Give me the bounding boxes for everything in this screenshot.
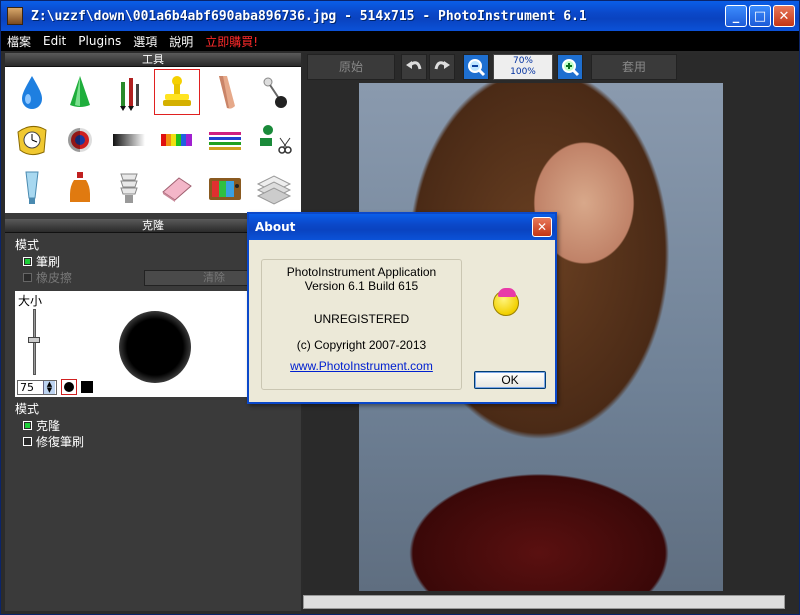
lamp-icon <box>120 173 138 203</box>
about-dialog: About ✕ PhotoInstrument Application Vers… <box>247 212 557 404</box>
redo-icon <box>434 61 450 70</box>
zoom-out-icon <box>468 59 486 77</box>
tool-target[interactable] <box>57 117 103 163</box>
ok-button[interactable]: OK <box>474 371 546 389</box>
size-slider-thumb[interactable] <box>28 337 40 343</box>
zoom-out-button[interactable] <box>463 54 489 80</box>
smiley-icon <box>493 288 519 316</box>
about-close-button[interactable]: ✕ <box>532 217 552 237</box>
round-shape-icon <box>64 382 74 392</box>
window-title: Z:\uzzf\down\001a6b4abf690aba896736.jpg … <box>31 8 587 24</box>
repair-brush-option[interactable]: 修復筆刷 <box>23 433 301 449</box>
maximize-button[interactable]: □ <box>749 5 771 27</box>
repair-brush-checkbox[interactable] <box>23 436 32 446</box>
color-lines-icon <box>209 132 242 150</box>
clone-option[interactable]: 克隆 <box>23 417 301 433</box>
tool-color-lines[interactable] <box>202 117 248 163</box>
pin-icon <box>263 77 287 108</box>
original-button[interactable]: 原始 <box>307 54 395 80</box>
about-info-box: PhotoInstrument Application Version 6.1 … <box>261 259 462 390</box>
tool-finger[interactable] <box>202 69 248 115</box>
brushes-icon <box>119 78 139 111</box>
tool-eraser[interactable] <box>154 165 200 211</box>
tool-bottle[interactable] <box>57 165 103 211</box>
size-label: 大小 <box>18 294 43 308</box>
cone-icon <box>70 76 91 107</box>
tool-brushes[interactable] <box>106 69 152 115</box>
tool-water-drop[interactable] <box>9 69 55 115</box>
scissors-icon <box>259 125 292 154</box>
minimize-button[interactable]: _ <box>725 5 747 27</box>
title-bar: Z:\uzzf\down\001a6b4abf690aba896736.jpg … <box>1 1 799 31</box>
gradient-icon <box>112 134 145 146</box>
menu-plugins[interactable]: Plugins <box>72 34 127 48</box>
about-website-link[interactable]: www.PhotoInstrument.com <box>262 359 461 373</box>
undo-icon <box>406 61 422 70</box>
about-copyright: (c) Copyright 2007-2013 <box>296 338 427 352</box>
tools-panel-title: 工具 <box>5 53 301 67</box>
image-toolbar: 原始 70% 100% 套用 <box>303 53 799 81</box>
horizontal-scrollbar[interactable] <box>303 595 785 609</box>
menu-file[interactable]: 檔案 <box>1 33 37 50</box>
clone-checkbox[interactable] <box>23 420 32 430</box>
brush-option-label: 筆刷 <box>36 254 61 269</box>
repair-brush-label: 修復筆刷 <box>36 434 85 449</box>
brush-preview <box>119 311 191 383</box>
water-drop-icon <box>22 76 43 109</box>
app-window: Z:\uzzf\down\001a6b4abf690aba896736.jpg … <box>0 0 800 615</box>
vertical-scrollbar[interactable] <box>785 83 799 609</box>
target-icon <box>68 128 93 152</box>
tool-tv[interactable] <box>202 165 248 211</box>
tool-rainbow[interactable] <box>154 117 200 163</box>
round-brush-button[interactable] <box>61 379 77 395</box>
clone-option-label: 克隆 <box>36 418 61 433</box>
tool-cone[interactable] <box>57 69 103 115</box>
zoom-top-label: 70% <box>512 56 533 66</box>
tool-clone-stamp[interactable] <box>153 69 201 115</box>
tool-lamp[interactable] <box>106 165 152 211</box>
close-button[interactable]: ✕ <box>773 5 795 27</box>
square-brush-button[interactable] <box>81 381 93 393</box>
apply-button[interactable]: 套用 <box>591 54 677 80</box>
redo-button[interactable] <box>429 54 455 80</box>
brush-checkbox[interactable] <box>23 256 32 266</box>
bottle-icon <box>70 172 91 202</box>
about-title: About <box>249 214 555 240</box>
about-app-name: PhotoInstrument Application <box>286 265 437 279</box>
menu-buy-now[interactable]: 立即購買! <box>199 33 264 50</box>
zoom-toggle-button[interactable]: 70% 100% <box>493 54 553 80</box>
tube-icon <box>25 171 39 204</box>
tool-clock[interactable] <box>9 117 55 163</box>
menu-edit[interactable]: Edit <box>37 34 72 48</box>
clock-icon <box>17 126 47 156</box>
about-version: Version 6.1 Build 615 <box>304 279 419 293</box>
eraser-checkbox[interactable] <box>23 272 32 282</box>
tv-icon <box>209 178 242 200</box>
tools-grid <box>5 67 301 213</box>
about-status: UNREGISTERED <box>313 312 410 326</box>
tool-text[interactable] <box>251 165 297 211</box>
clone-stamp-icon <box>163 76 192 106</box>
zoom-bottom-label: 100% <box>510 67 536 77</box>
tool-pin[interactable] <box>251 69 297 115</box>
text-icon <box>256 175 291 205</box>
menu-bar: 檔案 Edit Plugins 選項 說明 立即購買! <box>1 31 799 51</box>
menu-help[interactable]: 說明 <box>163 33 199 50</box>
finger-icon <box>219 76 236 109</box>
menu-options[interactable]: 選項 <box>127 33 163 50</box>
rainbow-icon <box>161 134 193 146</box>
window-controls: _ □ ✕ <box>725 5 795 27</box>
tool-tube[interactable] <box>9 165 55 211</box>
tool-gradient[interactable] <box>106 117 152 163</box>
zoom-in-icon <box>562 59 580 77</box>
tool-scissors[interactable] <box>251 117 297 163</box>
size-spinner[interactable]: ▲ ▼ <box>43 381 55 394</box>
app-icon <box>7 7 23 25</box>
undo-button[interactable] <box>401 54 427 80</box>
eraser-option-label: 橡皮擦 <box>36 270 73 285</box>
eraser-icon <box>162 177 192 202</box>
zoom-in-button[interactable] <box>557 54 583 80</box>
